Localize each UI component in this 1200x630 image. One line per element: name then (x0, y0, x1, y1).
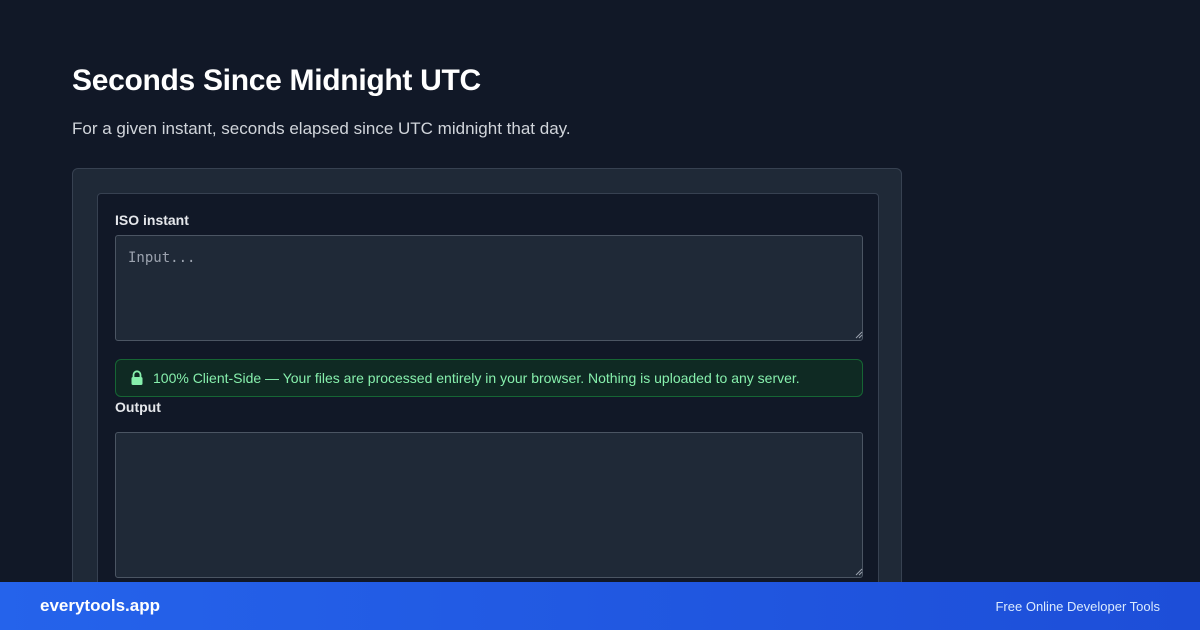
footer-tagline: Free Online Developer Tools (995, 598, 1160, 614)
page-title: Seconds Since Midnight UTC (72, 64, 481, 97)
client-side-notice: 100% Client-Side — Your files are proces… (115, 359, 863, 397)
iso-instant-input[interactable] (115, 235, 863, 341)
notice-text: 100% Client-Side — Your files are proces… (153, 370, 800, 386)
input-label: ISO instant (115, 212, 189, 228)
footer-bar: everytools.app Free Online Developer Too… (0, 582, 1200, 630)
lock-icon (131, 370, 143, 385)
brand-logo-text[interactable]: everytools.app (40, 596, 160, 616)
tool-panel: ISO instant 100% Client-Side — Your file… (97, 193, 879, 613)
tool-card: ISO instant 100% Client-Side — Your file… (72, 168, 902, 613)
page-subtitle: For a given instant, seconds elapsed sin… (72, 119, 571, 138)
output-label: Output (115, 399, 161, 415)
output-field[interactable] (115, 432, 863, 578)
page: Seconds Since Midnight UTC For a given i… (0, 0, 1200, 630)
